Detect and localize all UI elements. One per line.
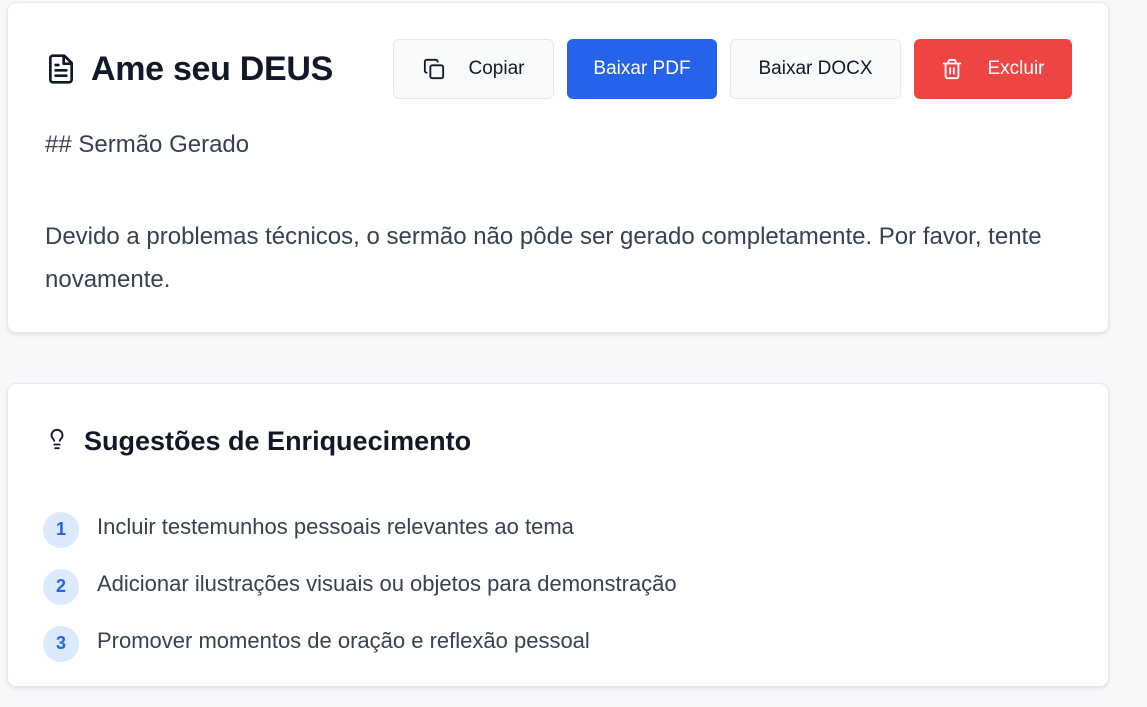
list-item: 2 Adicionar ilustrações visuais ou objet… [43, 555, 677, 612]
delete-button-label: Excluir [987, 58, 1045, 79]
suggestions-title: Sugestões de Enriquecimento [84, 426, 472, 456]
list-item: 3 Promover momentos de oração e reflexão… [43, 612, 677, 669]
suggestions-header: Sugestões de Enriquecimento [46, 424, 471, 459]
suggestions-card: Sugestões de Enriquecimento 1 Incluir te… [7, 383, 1109, 687]
list-item: 1 Incluir testemunhos pessoais relevante… [43, 498, 677, 555]
download-pdf-button[interactable]: Baixar PDF [567, 39, 717, 99]
sermon-heading: ## Sermão Gerado [45, 131, 250, 158]
number-badge: 3 [43, 625, 79, 662]
copy-button[interactable]: Copiar [393, 39, 554, 99]
download-docx-button[interactable]: Baixar DOCX [730, 39, 901, 99]
number-badge: 1 [43, 511, 79, 548]
action-toolbar: Copiar Baixar PDF Baixar DOCX Excluir [393, 39, 1072, 99]
suggestion-text: Incluir testemunhos pessoais relevantes … [97, 513, 574, 539]
document-icon [45, 52, 77, 86]
trash-icon [941, 58, 963, 80]
page-title: Ame seu DEUS [91, 49, 334, 88]
sermon-card: Ame seu DEUS Copiar Baixar PDF Baixar DO… [7, 2, 1109, 333]
lightbulb-icon [46, 424, 68, 459]
sermon-title-group: Ame seu DEUS [45, 50, 333, 89]
suggestion-text: Promover momentos de oração e reflexão p… [97, 627, 590, 653]
copy-icon [423, 58, 445, 80]
sermon-header: Ame seu DEUS Copiar Baixar PDF Baixar DO… [45, 39, 1072, 99]
copy-button-label: Copiar [468, 58, 525, 79]
number-badge: 2 [43, 568, 79, 605]
delete-button[interactable]: Excluir [914, 39, 1072, 99]
suggestions-list: 1 Incluir testemunhos pessoais relevante… [43, 498, 677, 669]
suggestion-text: Adicionar ilustrações visuais ou objetos… [97, 570, 677, 596]
sermon-body-text: Devido a problemas técnicos, o sermão nã… [45, 223, 1042, 293]
